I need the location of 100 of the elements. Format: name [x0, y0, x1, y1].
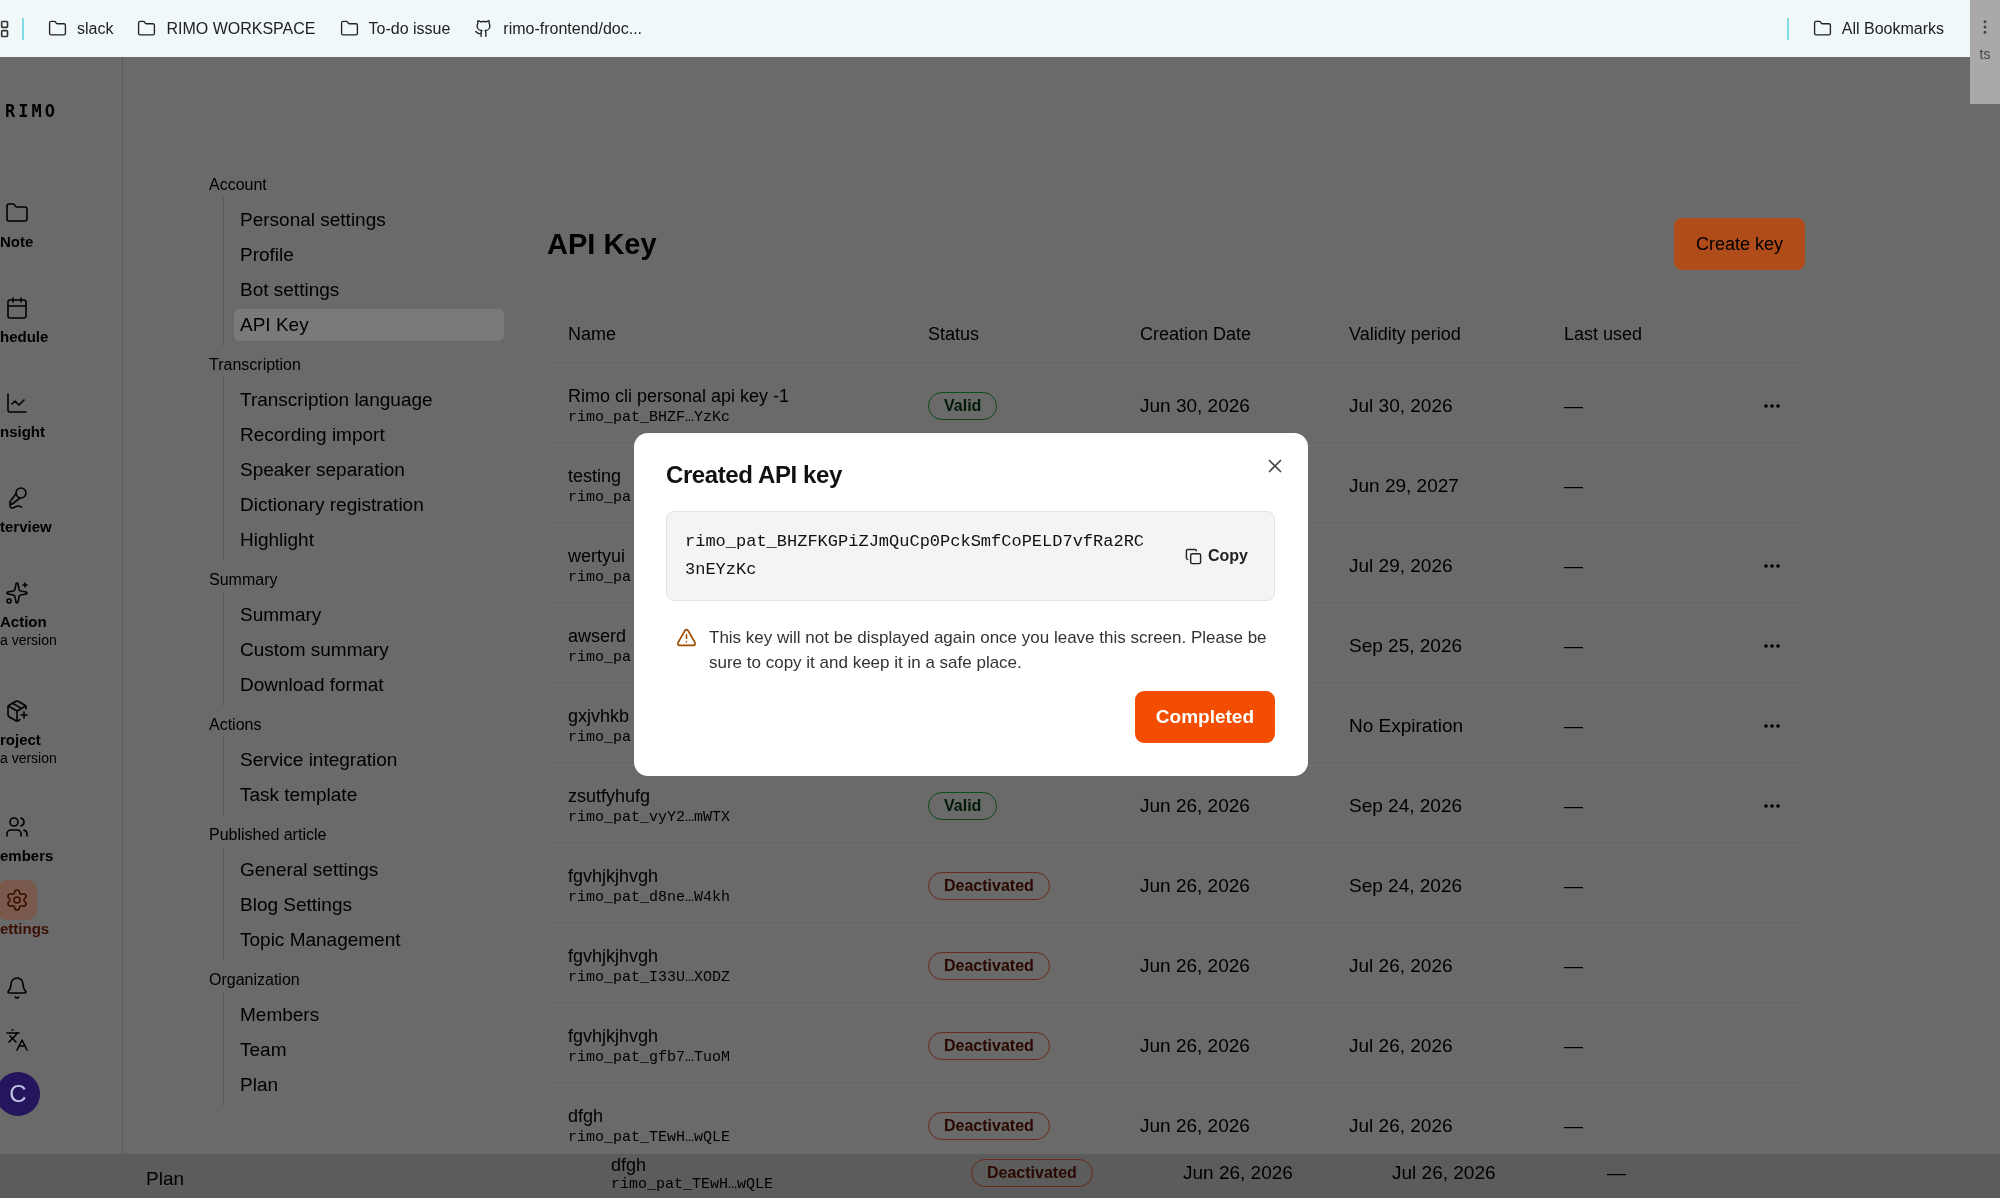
table-cell: —	[1564, 714, 1583, 736]
nav-item[interactable]: Task template	[234, 779, 504, 811]
rail-label: terview	[0, 518, 52, 536]
nav-item[interactable]: Highlight	[234, 524, 504, 556]
key-preview: rimo_pa	[568, 728, 631, 746]
nav-item[interactable]: Dictionary registration	[234, 489, 504, 521]
more-button[interactable]	[1764, 403, 1780, 408]
nav-item[interactable]: Profile	[234, 239, 504, 271]
translate-icon	[5, 1028, 29, 1052]
rail-label: embers	[0, 847, 54, 865]
bookmark-item[interactable]: rimo-frontend/doc...	[462, 19, 655, 38]
column-header: Name	[567, 323, 617, 345]
column-header: Validity period	[1348, 323, 1462, 345]
table-cell: —	[1607, 1162, 1626, 1183]
more-icon	[1764, 723, 1780, 728]
table-cell: Jun 26, 2026	[1183, 1162, 1293, 1183]
package-icon	[5, 699, 29, 723]
table-cell: Jul 29, 2026	[1349, 554, 1453, 576]
nav-item[interactable]: Custom summary	[234, 634, 504, 666]
nav-item[interactable]: Blog Settings	[234, 889, 504, 921]
nav-item[interactable]: Transcription language	[234, 384, 504, 416]
api-key-value: rimo_pat_BHZFKGPiZJmQuCp0PckSmfCoPELD7vfRa2RC3nEYzKc	[685, 531, 1146, 581]
nav-item[interactable]: API Key	[234, 309, 504, 341]
nav-item[interactable]: Bot settings	[234, 274, 504, 306]
more-button[interactable]	[1764, 723, 1780, 728]
table-cell: —	[1564, 554, 1583, 576]
key-preview: rimo_pa	[568, 648, 631, 666]
rail-sublabel: a version	[0, 749, 57, 767]
sparkles-icon	[5, 581, 29, 605]
key-preview: rimo_pat_gfb7…TuoM	[568, 1048, 731, 1066]
key-name: gxjvhkb	[568, 705, 630, 727]
avatar[interactable]: C	[0, 1072, 40, 1116]
create-key-button[interactable]: Create key	[1673, 218, 1805, 270]
nav-item[interactable]: Members	[234, 999, 504, 1031]
page-title: API Key	[547, 227, 657, 261]
key-preview: rimo_pat_TEwH…wQLE	[611, 1175, 774, 1193]
more-button[interactable]	[1764, 643, 1780, 648]
key-preview: rimo_pa	[568, 568, 631, 586]
rail-label: Action	[0, 613, 47, 631]
nav-item[interactable]: Recording import	[234, 419, 504, 451]
nav-item[interactable]: General settings	[234, 854, 504, 886]
nav-section-title: Published article	[209, 825, 328, 845]
more-button[interactable]	[1764, 563, 1780, 568]
nav-item[interactable]: Topic Management	[234, 924, 504, 956]
warning-icon	[676, 627, 697, 648]
bookmark-item[interactable]: slack	[36, 19, 126, 38]
nav-item[interactable]: Service integration	[234, 744, 504, 776]
table-cell: Jun 26, 2026	[1140, 874, 1250, 896]
bookmark-item[interactable]: All Bookmarks	[1800, 19, 1956, 38]
table-cell: Sep 24, 2026	[1349, 794, 1463, 816]
key-name: testing	[568, 465, 622, 487]
completed-button[interactable]: Completed	[1134, 691, 1275, 743]
table-cell: —	[1564, 794, 1583, 816]
table-cell: —	[1564, 1034, 1583, 1056]
folder-icon	[339, 19, 359, 38]
bookmark-item[interactable]: To-do issue	[327, 19, 463, 38]
nav-item[interactable]: Personal settings	[234, 204, 504, 236]
table-cell: —	[1564, 1114, 1583, 1136]
edge-text: ts	[1979, 46, 1991, 62]
settings-icon	[5, 888, 29, 912]
key-preview: rimo_pa	[568, 488, 631, 506]
nav-item[interactable]: Download format	[234, 669, 504, 701]
nav-item[interactable]: Plan	[234, 1069, 504, 1101]
nav-section-title: Transcription	[209, 355, 302, 375]
table-cell: No Expiration	[1349, 714, 1464, 736]
table-cell: Sep 24, 2026	[1349, 874, 1463, 896]
dialog-title: Created API key	[666, 461, 843, 489]
more-icon	[1764, 563, 1780, 568]
column-header: Creation Date	[1139, 323, 1253, 345]
table-cell: Sep 25, 2026	[1349, 634, 1463, 656]
rail-sublabel: a version	[0, 631, 57, 649]
folder-icon	[1812, 19, 1832, 38]
folder-icon	[137, 19, 157, 38]
column-header: Last used	[1563, 323, 1644, 345]
key-name: dfgh	[568, 1105, 604, 1127]
key-name: fgvhjkjhvgh	[568, 865, 659, 887]
table-cell: Jun 26, 2026	[1140, 954, 1250, 976]
nav-item[interactable]: Team	[234, 1034, 504, 1066]
rail-button[interactable]	[0, 880, 37, 920]
more-button[interactable]	[1764, 803, 1780, 808]
more-icon	[1764, 403, 1780, 408]
bell-icon	[5, 976, 29, 1000]
copy-button[interactable]: Copy	[1181, 543, 1252, 569]
nav-item[interactable]: Summary	[234, 599, 504, 631]
key-preview: rimo_pat_d8ne…W4kh	[568, 888, 731, 906]
rail-label: nsight	[0, 423, 45, 441]
table-cell: Jul 26, 2026	[1349, 1114, 1453, 1136]
rail-label: Note	[0, 233, 34, 251]
nav-section-title: Account	[209, 175, 268, 195]
column-header: Status	[927, 323, 981, 345]
key-name: Rimo cli personal api key -1	[568, 385, 790, 407]
bookmark-item[interactable]: RIMO WORKSPACE	[125, 19, 328, 38]
table-cell: —	[1564, 394, 1583, 416]
key-name: wertyui	[568, 545, 625, 567]
table-cell: Jun 29, 2027	[1349, 474, 1459, 496]
key-preview: rimo_pat_TEwH…wQLE	[568, 1128, 731, 1146]
copy-icon	[1185, 547, 1202, 565]
table-cell: Jul 30, 2026	[1349, 394, 1453, 416]
table-cell: Jun 30, 2026	[1140, 394, 1250, 416]
nav-item[interactable]: Speaker separation	[234, 454, 504, 486]
